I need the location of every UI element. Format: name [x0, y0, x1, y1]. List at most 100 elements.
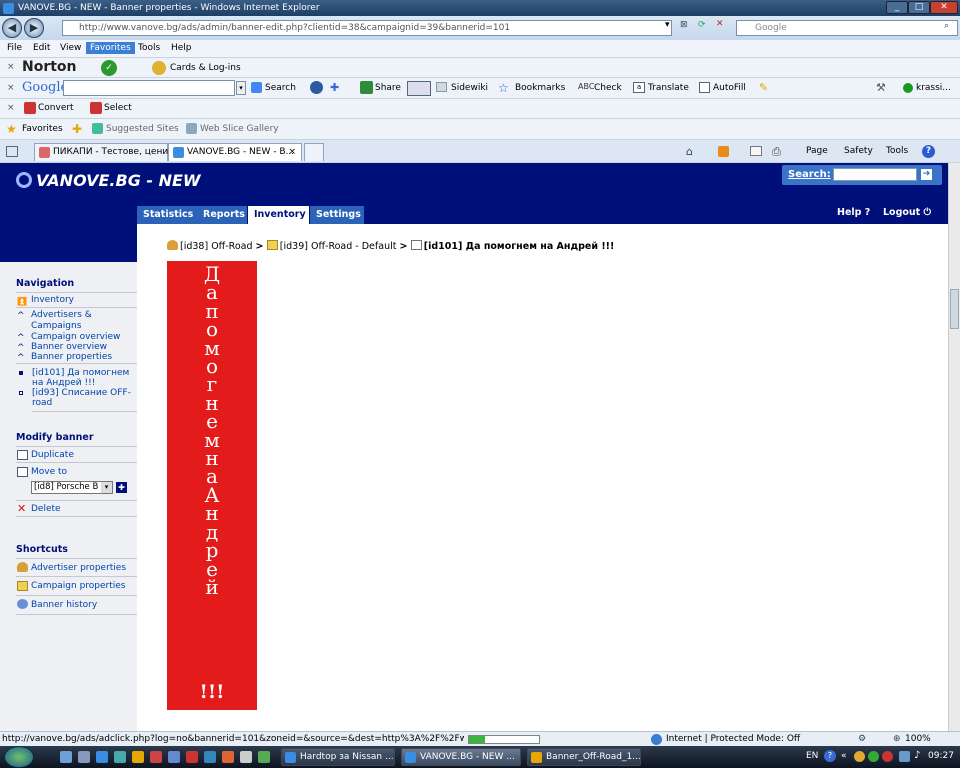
app-search-go-icon[interactable]: ➜	[921, 169, 932, 180]
quicklaunch-icon[interactable]	[204, 751, 216, 763]
tab-vanove[interactable]: VANOVE.BG - NEW - B... ×	[168, 143, 302, 161]
convert-button[interactable]: Convert	[38, 103, 74, 113]
tray-icon[interactable]	[882, 751, 893, 762]
quick-tabs-icon[interactable]	[6, 146, 18, 157]
quicklaunch-icon[interactable]	[240, 751, 252, 763]
clock[interactable]: 09:27	[928, 751, 954, 761]
cards-logins-button[interactable]: Cards & Log-ins	[170, 63, 241, 73]
quicklaunch-icon[interactable]	[114, 751, 126, 763]
read-mail-icon[interactable]	[750, 146, 762, 156]
tab-pickapi[interactable]: ПИКАПИ - Тестове, цени,...	[34, 143, 180, 161]
google-search-input[interactable]	[63, 80, 235, 96]
url-dropdown-icon[interactable]: ▾	[665, 20, 670, 30]
quicklaunch-icon[interactable]	[186, 751, 198, 763]
menu-tools[interactable]: Tools	[138, 43, 160, 53]
plus-icon[interactable]: ✚	[330, 81, 339, 94]
delete-link[interactable]: ✕ Delete	[16, 500, 137, 517]
back-icon[interactable]: ◀	[2, 18, 22, 38]
zoom-level[interactable]: 100%	[905, 732, 931, 746]
home-icon[interactable]: ⌂	[686, 145, 693, 158]
add-favorite-icon[interactable]: ✚	[72, 122, 82, 136]
quicklaunch-icon[interactable]	[150, 751, 162, 763]
sidebar-item-inventory[interactable]: ⏫ Inventory	[16, 292, 137, 308]
close-tab-icon[interactable]: ×	[288, 144, 296, 160]
network-icon[interactable]	[899, 751, 910, 762]
banner-list-item[interactable]: [id101] Да помогнем на Андрей !!!	[19, 368, 137, 388]
refresh-icon[interactable]: ⟳	[698, 20, 706, 30]
volume-icon[interactable]: ♪	[914, 750, 920, 761]
print-icon[interactable]: ⎙	[772, 145, 781, 159]
breadcrumb-campaign[interactable]: [id39] Off-Road - Default	[280, 241, 397, 252]
sidewiki-button[interactable]: Sidewiki	[451, 83, 488, 93]
tray-icon[interactable]	[868, 751, 879, 762]
tools-menu[interactable]: Tools	[886, 146, 908, 156]
banner-image[interactable]: Да помогнем на Андрей !!!	[167, 261, 257, 710]
url-input[interactable]: http://www.vanove.bg/ads/admin/banner-ed…	[62, 20, 672, 36]
quicklaunch-icon[interactable]	[168, 751, 180, 763]
pencil-icon[interactable]: ✎	[759, 81, 768, 94]
user-account-button[interactable]: krassi...	[916, 83, 951, 93]
breadcrumb-advertiser[interactable]: [id38] Off-Road	[180, 241, 252, 252]
page-scrollbar[interactable]	[948, 163, 960, 731]
menu-view[interactable]: View	[60, 43, 81, 53]
bookmarks-button[interactable]: Bookmarks	[515, 83, 565, 93]
safety-menu[interactable]: Safety	[844, 146, 873, 156]
tab-statistics[interactable]: Statistics	[137, 206, 197, 224]
sidebar-item-banner-properties[interactable]: ^ Banner properties	[16, 352, 137, 364]
duplicate-link[interactable]: Duplicate	[16, 446, 137, 463]
wrench-icon[interactable]: ⚒	[876, 81, 886, 94]
banner-history-link[interactable]: Banner history	[16, 596, 137, 615]
tray-icon[interactable]	[854, 751, 865, 762]
start-button[interactable]	[4, 746, 34, 768]
banner-list-item[interactable]: [id93] Списание OFF-road	[19, 388, 137, 412]
check-button[interactable]: Check	[594, 83, 622, 93]
browser-search-input[interactable]: Google	[736, 20, 958, 36]
quicklaunch-icon[interactable]	[60, 751, 72, 763]
move-to-select[interactable]: [id8] Porsche B ▾	[31, 481, 113, 494]
sidebar-item-advertisers[interactable]: ^ Advertisers & Campaigns	[16, 310, 137, 332]
tab-settings[interactable]: Settings	[310, 206, 364, 224]
google-search-button[interactable]: Search	[265, 83, 296, 93]
translate-button[interactable]: Translate	[648, 83, 689, 93]
language-indicator[interactable]: EN	[806, 751, 818, 761]
menu-edit[interactable]: Edit	[33, 43, 50, 53]
close-window-button[interactable]: ✕	[930, 1, 958, 14]
app-search-input[interactable]	[833, 168, 917, 181]
new-tab-button[interactable]	[304, 143, 324, 161]
scrollbar-thumb[interactable]	[950, 289, 959, 329]
tab-reports[interactable]: Reports	[197, 206, 247, 224]
help-tray-icon[interactable]: ?	[824, 750, 836, 762]
maximize-button[interactable]: □	[908, 1, 930, 14]
quicklaunch-icon[interactable]	[132, 751, 144, 763]
logout-link[interactable]: Logout ⏻	[883, 207, 931, 218]
quicklaunch-icon[interactable]	[222, 751, 234, 763]
move-go-button[interactable]: ✚	[116, 482, 127, 493]
norton-check-icon[interactable]: ✓	[101, 60, 117, 76]
menu-file[interactable]: File	[7, 43, 22, 53]
campaign-properties-link[interactable]: Campaign properties	[16, 577, 137, 596]
close-toolbar-icon[interactable]: ×	[7, 62, 15, 72]
feeds-icon[interactable]	[718, 146, 729, 157]
help-link[interactable]: Help ?	[837, 207, 870, 218]
advertiser-properties-link[interactable]: Advertiser properties	[16, 558, 137, 577]
taskbar-item[interactable]: VANOVE.BG - NEW ...	[401, 748, 521, 766]
popup-blocker-icon[interactable]	[407, 81, 431, 96]
quicklaunch-icon[interactable]	[258, 751, 270, 763]
close-convert-toolbar-icon[interactable]: ×	[7, 103, 15, 113]
globe-icon[interactable]	[310, 81, 323, 94]
google-dropdown-icon[interactable]: ▾	[236, 81, 246, 95]
forward-icon[interactable]: ▶	[24, 18, 44, 38]
autofill-button[interactable]: AutoFill	[713, 83, 746, 93]
tab-inventory[interactable]: Inventory	[248, 206, 309, 224]
taskbar-item[interactable]: Hardtop за Nissan ...	[281, 748, 395, 766]
favorites-button[interactable]: Favorites	[22, 124, 63, 134]
search-icon[interactable]: ⌕	[944, 21, 949, 31]
quicklaunch-icon[interactable]	[78, 751, 90, 763]
help-icon[interactable]: ?	[922, 145, 935, 158]
menu-favorites[interactable]: Favorites	[86, 42, 135, 54]
suggested-sites-link[interactable]: Suggested Sites	[106, 124, 179, 134]
close-google-toolbar-icon[interactable]: ×	[7, 83, 15, 93]
select-button[interactable]: Select	[104, 103, 132, 113]
protected-mode-icon[interactable]: ⚙	[858, 732, 866, 746]
page-menu[interactable]: Page	[806, 146, 828, 156]
